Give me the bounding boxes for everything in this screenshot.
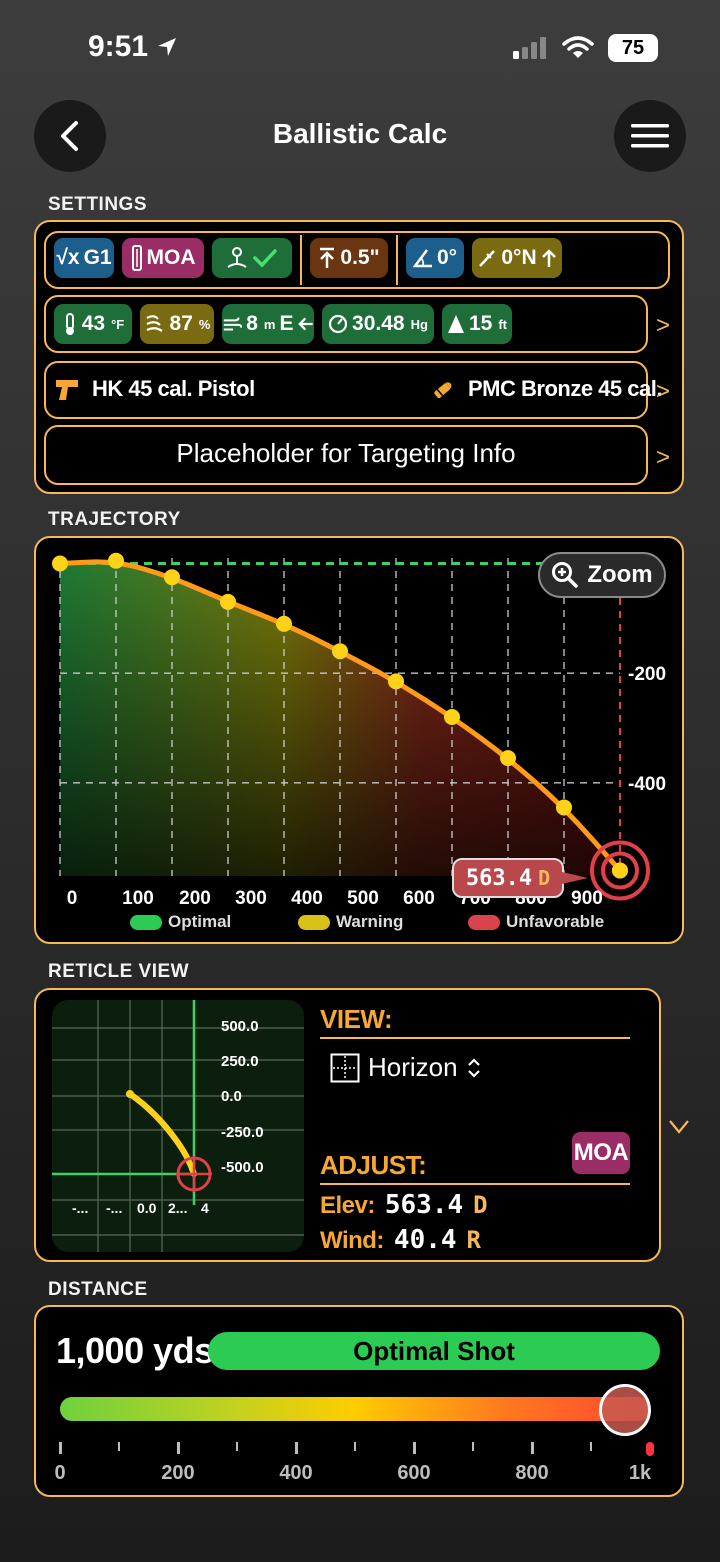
- trajectory-point-300[interactable]: [220, 593, 236, 610]
- reticle-x-tick: 0.0: [137, 1200, 157, 1216]
- x-tick-label: 200: [179, 888, 211, 909]
- x-tick-label: 100: [122, 888, 154, 909]
- elevation-readout: Elev: 563.4 D: [320, 1190, 488, 1220]
- slider-tick: [236, 1442, 238, 1451]
- view-label: VIEW:: [320, 1004, 630, 1039]
- view-value: Horizon: [368, 1052, 458, 1082]
- trajectory-chart[interactable]: 0 100 200 300 400 500 600 700 800 900 -200-400: [0, 0, 720, 960]
- reticle-section-label: RETICLE VIEW: [48, 961, 190, 982]
- zoom-button[interactable]: Zoom: [538, 552, 666, 598]
- slider-tick: [590, 1442, 592, 1451]
- slider-tick: [118, 1442, 120, 1451]
- view-selector[interactable]: Horizon: [330, 1052, 482, 1083]
- slider-tick: [472, 1442, 474, 1451]
- x-tick-label: 500: [347, 888, 379, 909]
- legend-warning: Warning: [298, 912, 403, 932]
- callout-arrow: [562, 872, 588, 884]
- reticle-y-tick: 250.0: [221, 1053, 259, 1070]
- trajectory-point-0[interactable]: [52, 555, 68, 572]
- reticle-y-tick: 0.0: [221, 1088, 242, 1105]
- x-tick-label: 600: [403, 888, 435, 909]
- legend-swatch-unfavorable: [468, 914, 500, 930]
- legend-unfavorable: Unfavorable: [468, 912, 604, 932]
- reticle-x-tick: -...: [72, 1200, 89, 1216]
- trajectory-point-200[interactable]: [164, 569, 180, 586]
- reticle-x-tick: 2...: [168, 1200, 188, 1216]
- magnifier-plus-icon: [552, 562, 579, 588]
- reticle-y-tick: -500.0: [221, 1159, 264, 1176]
- slider-tick-label: 600: [397, 1462, 431, 1484]
- distance-slider-track[interactable]: [60, 1397, 650, 1421]
- slider-tick: [295, 1442, 298, 1454]
- trajectory-point-800[interactable]: [500, 750, 516, 767]
- slider-tick: [177, 1442, 180, 1454]
- slider-tick-label: 200: [161, 1462, 195, 1484]
- reticle-y-tick: 500.0: [221, 1018, 259, 1035]
- slider-tick-label: 800: [515, 1462, 549, 1484]
- reticle-x-tick: 4: [201, 1200, 209, 1216]
- reticle-grid-icon: [330, 1053, 360, 1082]
- slider-tick: [59, 1442, 62, 1454]
- x-tick-label: 0: [67, 888, 78, 909]
- adjust-unit-badge[interactable]: MOA: [572, 1132, 630, 1174]
- y-tick-label: -200: [628, 664, 666, 685]
- chevron-down-icon[interactable]: [668, 1118, 690, 1136]
- trajectory-point-400[interactable]: [276, 615, 292, 632]
- shot-status-badge: Optimal Shot: [208, 1332, 660, 1370]
- distance-value: 1,000 yds: [56, 1330, 214, 1371]
- trajectory-point-600[interactable]: [388, 673, 404, 690]
- x-tick-label: 900: [571, 888, 603, 909]
- slider-tick: [646, 1442, 654, 1456]
- slider-tick-label: 0: [54, 1462, 66, 1484]
- trajectory-point-100[interactable]: [108, 552, 124, 569]
- drop-callout: 563.4 D: [452, 858, 564, 898]
- legend-optimal: Optimal: [130, 912, 231, 932]
- x-tick-label: 400: [291, 888, 323, 909]
- trajectory-point-500[interactable]: [332, 643, 348, 660]
- legend-swatch-warning: [298, 914, 330, 930]
- reticle-y-tick: -250.0: [221, 1124, 264, 1141]
- slider-tick-label: 1k: [628, 1462, 652, 1484]
- wind-readout: Wind: 40.4 R: [320, 1225, 481, 1255]
- slider-tick: [354, 1442, 356, 1451]
- y-tick-label: -400: [628, 774, 666, 795]
- reticle-x-tick: -...: [106, 1200, 123, 1216]
- slider-tick-label: 400: [279, 1462, 313, 1484]
- trajectory-point-700[interactable]: [444, 709, 460, 725]
- distance-section-label: DISTANCE: [48, 1279, 148, 1300]
- x-tick-label: 300: [235, 888, 267, 909]
- distance-slider-thumb[interactable]: [599, 1384, 651, 1436]
- chevron-up-down-icon: [467, 1057, 480, 1078]
- slider-tick: [531, 1442, 534, 1454]
- legend-swatch-optimal: [130, 914, 162, 930]
- slider-tick: [413, 1442, 416, 1454]
- trajectory-point-900[interactable]: [556, 799, 572, 816]
